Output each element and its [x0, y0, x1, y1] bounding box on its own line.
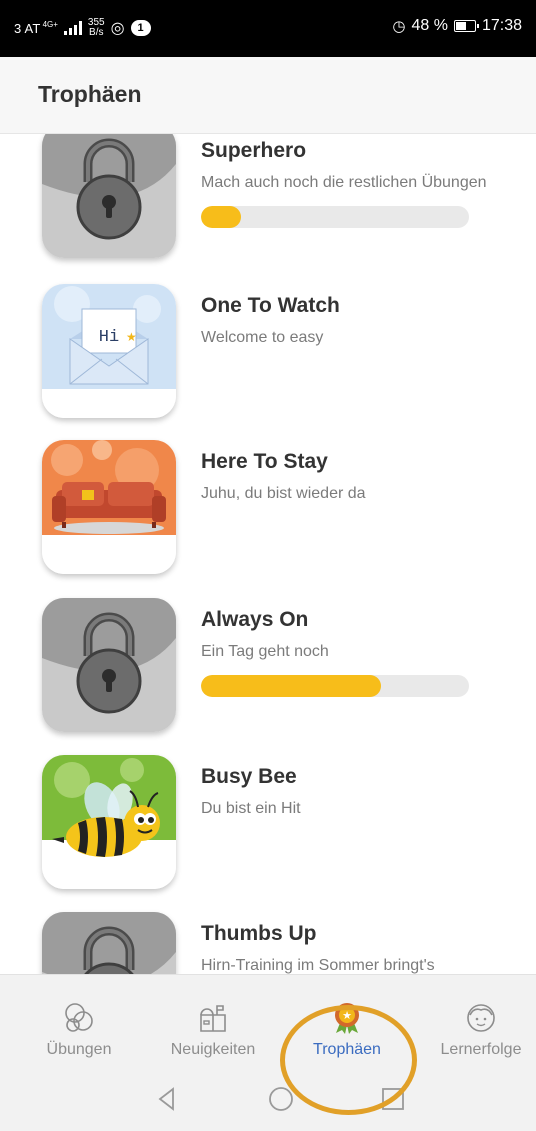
trophy-item-here-to-stay[interactable]: Here To Stay Juhu, du bist wieder da [0, 440, 536, 580]
trophy-badge [42, 912, 176, 974]
trophy-title: Busy Bee [201, 765, 297, 788]
face-icon [467, 1004, 495, 1032]
battery-percent: 48 % [411, 17, 448, 34]
trophy-subtitle: Ein Tag geht noch [201, 643, 329, 660]
status-bar: 3 AT 4G+ 355 B/s ◎ 1 ◷ 48 % 17:38 [0, 0, 536, 57]
trophy-title: Always On [201, 608, 309, 631]
home-icon[interactable] [266, 1084, 296, 1114]
trophy-subtitle: Welcome to easy [201, 329, 324, 346]
page-title: Trophäen [38, 81, 142, 107]
trophy-progress [201, 206, 469, 228]
lock-icon [42, 134, 176, 258]
envelope-letter-text: Hi [99, 328, 119, 347]
back-icon[interactable] [152, 1084, 182, 1114]
trophy-badge [42, 598, 176, 732]
sofa-icon [42, 440, 176, 574]
trophy-title: Thumbs Up [201, 922, 317, 945]
nav-label: Lernerfolge [440, 1041, 522, 1058]
network-label: 3 AT [14, 20, 41, 36]
alarm-icon: ◷ [392, 18, 406, 35]
net-speed-unit: B/s [89, 27, 104, 38]
nav-label: Neuigkeiten [170, 1041, 256, 1058]
trophy-subtitle: Mach auch noch die restlichen Übungen [201, 174, 487, 191]
trophy-progress-fill [201, 206, 242, 228]
lock-icon [42, 912, 176, 974]
notification-badge: 1 [130, 20, 151, 36]
battery-icon [453, 20, 479, 32]
trophy-badge [42, 440, 176, 574]
nav-tab-uebungen[interactable]: Übungen [12, 975, 146, 1067]
nav-tab-lernerfolge[interactable]: Lernerfolge [414, 975, 536, 1067]
svg-text:★: ★ [342, 1010, 352, 1022]
trophy-badge: Hi ★ [42, 284, 176, 418]
nav-label: Trophäen [313, 1041, 381, 1058]
trophy-item-superhero[interactable]: Superhero Mach auch noch die restlichen … [0, 134, 536, 269]
trophy-item-always-on[interactable]: Always On Ein Tag geht noch [0, 598, 536, 738]
nav-tab-neuigkeiten[interactable]: Neuigkeiten [146, 975, 280, 1067]
trophy-title: Here To Stay [201, 450, 328, 473]
clock: 17:38 [481, 17, 522, 34]
system-navigation-bar [0, 1066, 536, 1131]
bottom-navigation: Übungen Neuigkeiten ★ Trophäen Lernerfol… [0, 974, 536, 1066]
trophy-item-one-to-watch[interactable]: Hi ★ One To Watch Welcome to easy [0, 284, 536, 424]
trophy-subtitle: Du bist ein Hit [201, 800, 301, 817]
trophy-subtitle: Hirn-Training im Sommer bringt's [201, 957, 435, 974]
medal-icon: ★ [335, 1003, 359, 1034]
mailbox-icon [200, 1005, 226, 1032]
trophy-item-thumbs-up[interactable]: Thumbs Up Hirn-Training im Sommer bringt… [0, 912, 536, 974]
trophy-subtitle: Juhu, du bist wieder da [201, 485, 366, 502]
signal-icon [63, 21, 82, 35]
lock-icon [42, 598, 176, 732]
trophy-progress [201, 675, 469, 697]
net-speed: 355 B/s [88, 18, 105, 38]
trophy-item-busy-bee[interactable]: Busy Bee Du bist ein Hit [0, 755, 536, 895]
trophy-progress-fill [201, 675, 381, 697]
trophy-list[interactable]: Superhero Mach auch noch die restlichen … [0, 134, 536, 974]
bee-icon [42, 755, 176, 889]
eye-icon: ◎ [110, 20, 125, 37]
trophy-badge [42, 134, 176, 258]
network-type: 4G+ [42, 19, 58, 29]
recents-icon[interactable] [378, 1084, 408, 1114]
nav-label: Übungen [46, 1041, 112, 1058]
trophy-title: One To Watch [201, 294, 340, 317]
svg-text:★: ★ [126, 330, 137, 344]
app-bar: Trophäen [0, 57, 536, 134]
nav-tab-trophaeen[interactable]: ★ Trophäen [280, 975, 414, 1067]
bubbles-icon [65, 1003, 93, 1032]
envelope-hi-icon: Hi ★ [42, 284, 176, 418]
trophy-title: Superhero [201, 139, 307, 162]
trophy-badge [42, 755, 176, 889]
